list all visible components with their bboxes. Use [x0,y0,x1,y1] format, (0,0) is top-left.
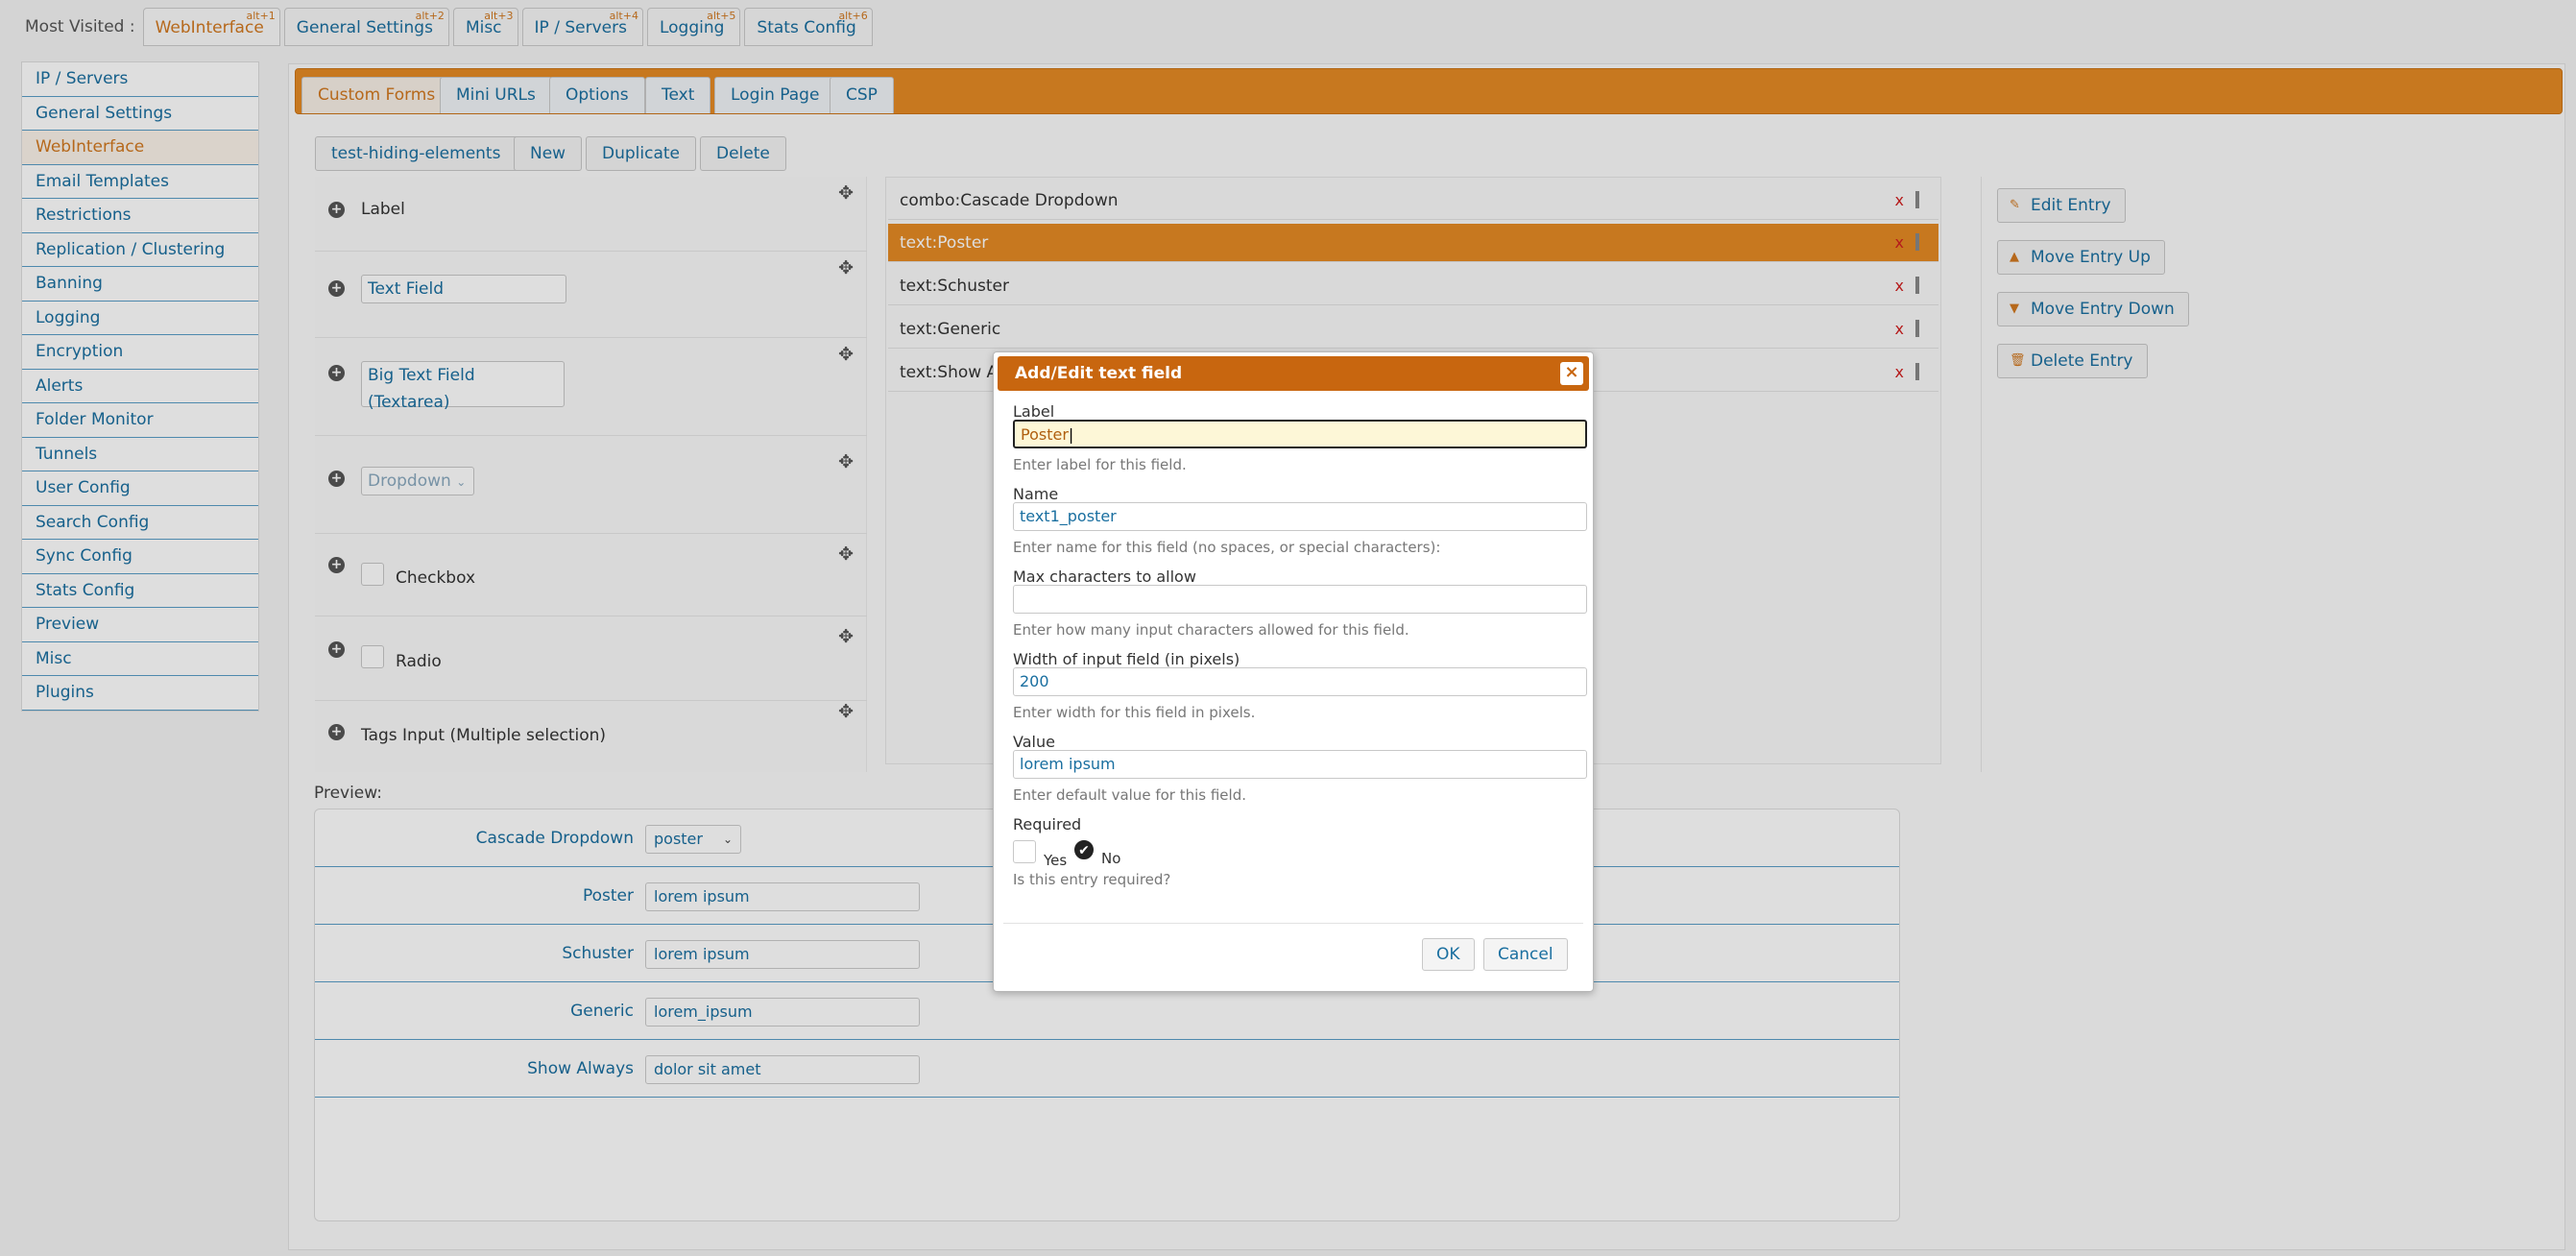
label-input[interactable]: Poster| [1013,420,1587,448]
required-no-label: No [1101,850,1121,867]
value-hint: Enter default value for this field. [1013,786,1246,804]
value-input[interactable]: lorem ipsum [1013,750,1587,779]
name-field-label: Name [1013,485,1059,503]
add-edit-text-field-dialog: Add/Edit text field × Label Poster| Ente… [993,351,1594,992]
required-yes-label: Yes [1044,852,1068,869]
dialog-title-bar: Add/Edit text field × [998,356,1589,391]
label-input-value: Poster [1021,425,1069,444]
width-input[interactable]: 200 [1013,667,1587,696]
max-chars-input[interactable] [1013,585,1587,614]
width-hint: Enter width for this field in pixels. [1013,704,1256,721]
name-input[interactable]: text1_poster [1013,502,1587,531]
cancel-button[interactable]: Cancel [1483,938,1568,971]
close-icon[interactable]: × [1560,362,1583,385]
dialog-title: Add/Edit text field [1015,364,1183,383]
required-field-label: Required [1013,815,1082,833]
required-no-checkbox[interactable]: ✔ [1074,840,1094,859]
label-hint: Enter label for this field. [1013,456,1187,473]
value-field-label: Value [1013,733,1055,751]
required-hint: Is this entry required? [1013,871,1171,888]
required-yes-checkbox[interactable] [1013,840,1036,863]
name-hint: Enter name for this field (no spaces, or… [1013,539,1441,556]
text-cursor: | [1068,425,1074,444]
max-chars-hint: Enter how many input characters allowed … [1013,621,1409,639]
ok-button[interactable]: OK [1422,938,1475,971]
label-field-label: Label [1013,402,1055,421]
dialog-footer-divider [1003,923,1583,924]
width-field-label: Width of input field (in pixels) [1013,650,1240,668]
max-chars-field-label: Max characters to allow [1013,568,1196,586]
